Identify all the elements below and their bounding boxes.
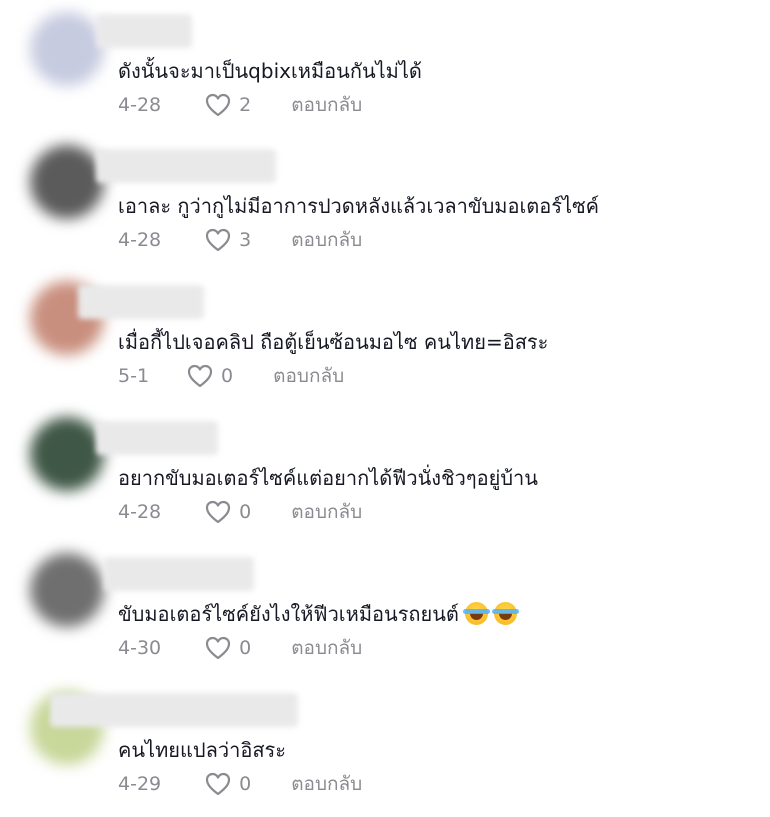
comment-item: อยากขับมอเตอร์ไซค์แต่อยากได้ฟีวนั่งชิวๆอ… (0, 415, 770, 545)
comment-item: ขับมอเตอร์ไซค์ยังไงให้ฟีวเหมือนรถยนต์ 4-… (0, 551, 770, 681)
reply-button[interactable]: ตอบกลับ (291, 90, 362, 120)
reply-button[interactable]: ตอบกลับ (291, 225, 362, 255)
face-with-tears-of-joy-icon (462, 602, 490, 625)
heart-icon (206, 228, 231, 252)
like-button[interactable]: 0 (205, 636, 251, 660)
comment-text: อยากขับมอเตอร์ไซค์แต่อยากได้ฟีวนั่งชิวๆอ… (118, 466, 538, 490)
comment-text: ขับมอเตอร์ไซค์ยังไงให้ฟีวเหมือนรถยนต์ (118, 601, 519, 627)
like-count: 0 (239, 501, 252, 523)
like-count: 3 (239, 229, 252, 251)
comment-text: ดังนั้นจะมาเป็นqbixเหมือนกันไม่ได้ (118, 59, 422, 83)
comment-item: ดังนั้นจะมาเป็นqbixเหมือนกันไม่ได้ 4-28 … (0, 8, 770, 138)
comment-meta: 4-28 3 ตอบกลับ (118, 227, 362, 253)
reply-button[interactable]: ตอบกลับ (273, 361, 344, 391)
avatar[interactable] (30, 553, 104, 627)
username-blurred (96, 421, 218, 455)
comment-text: คนไทยแปลว่าอิสระ (118, 738, 287, 762)
username-blurred (104, 557, 254, 591)
comment-date: 4-29 (118, 773, 162, 795)
comment-meta: 4-28 2 ตอบกลับ (118, 92, 362, 118)
comment-date: 4-28 (118, 94, 162, 116)
comment-meta: 4-28 0 ตอบกลับ (118, 499, 362, 525)
username-blurred (78, 285, 204, 319)
comment-date: 4-28 (118, 501, 162, 523)
like-count: 0 (239, 637, 252, 659)
comment-date: 4-28 (118, 229, 162, 251)
avatar[interactable] (30, 417, 104, 491)
avatar[interactable] (30, 145, 104, 219)
comment-text: เมื่อกี้ไปเจอคลิป ถือตู้เย็นซ้อนมอไซ คนไ… (118, 330, 549, 354)
like-button[interactable]: 0 (205, 772, 251, 796)
comment-date: 5-1 (118, 365, 150, 387)
heart-icon (206, 93, 231, 117)
like-count: 2 (239, 94, 252, 116)
username-blurred (50, 693, 298, 727)
like-count: 0 (239, 773, 252, 795)
reply-button[interactable]: ตอบกลับ (291, 497, 362, 527)
like-button[interactable]: 3 (205, 228, 251, 252)
comment-item: เอาละ กูว่ากูไม่มีอาการปวดหลังแล้วเวลาขั… (0, 143, 770, 273)
reply-button[interactable]: ตอบกลับ (291, 769, 362, 799)
comment-item: คนไทยแปลว่าอิสระ 4-29 0 ตอบกลับ (0, 687, 770, 817)
face-with-tears-of-joy-icon (491, 602, 519, 625)
heart-icon (206, 500, 231, 524)
heart-icon (187, 364, 213, 388)
username-blurred (96, 14, 192, 48)
comment-meta: 5-1 0 ตอบกลับ (118, 363, 344, 389)
comment-text: เอาละ กูว่ากูไม่มีอาการปวดหลังแล้วเวลาขั… (118, 194, 600, 218)
avatar[interactable] (30, 12, 104, 86)
heart-icon (206, 772, 231, 796)
reply-button[interactable]: ตอบกลับ (291, 633, 362, 663)
comment-meta: 4-29 0 ตอบกลับ (118, 771, 362, 797)
comment-date: 4-30 (118, 637, 162, 659)
like-button[interactable]: 2 (205, 93, 251, 117)
comment-text-content: ขับมอเตอร์ไซค์ยังไงให้ฟีวเหมือนรถยนต์ (118, 602, 459, 626)
like-count: 0 (221, 365, 234, 387)
like-button[interactable]: 0 (205, 500, 251, 524)
heart-icon (206, 636, 231, 660)
comment-item: เมื่อกี้ไปเจอคลิป ถือตู้เย็นซ้อนมอไซ คนไ… (0, 279, 770, 409)
comment-meta: 4-30 0 ตอบกลับ (118, 635, 362, 661)
username-blurred (96, 149, 276, 183)
like-button[interactable]: 0 (187, 364, 233, 388)
